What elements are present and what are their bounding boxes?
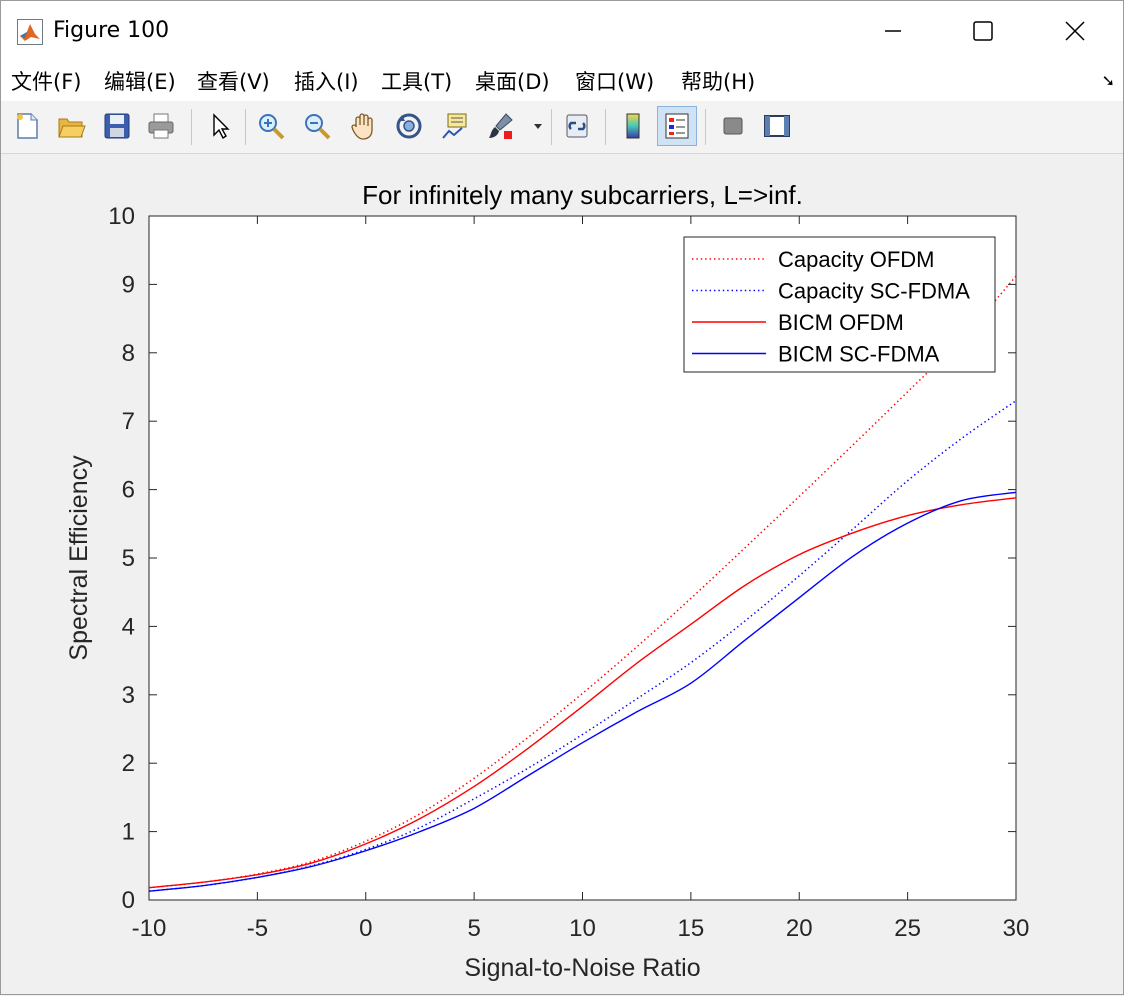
toolbar-separator xyxy=(605,109,606,145)
colorbar-icon xyxy=(626,113,640,139)
toolbar-separator xyxy=(551,109,552,145)
pan-button[interactable] xyxy=(343,106,383,146)
y-tick-label: 10 xyxy=(108,203,135,230)
link-plot-button[interactable] xyxy=(557,106,597,146)
menu-file[interactable]: 文件(F) xyxy=(11,66,81,96)
hide-plot-tools-button[interactable] xyxy=(713,106,753,146)
pointer-arrow-icon xyxy=(213,113,230,140)
figure-window: Figure 100 文件(F) 编辑(E) 查看(V) 插入(I) 工具(T)… xyxy=(0,0,1124,995)
menu-tools[interactable]: 工具(T) xyxy=(381,66,452,96)
open-file-button[interactable] xyxy=(51,106,91,146)
brush-dropdown-button[interactable] xyxy=(529,106,547,146)
brush-icon xyxy=(489,113,513,139)
close-button[interactable] xyxy=(1029,1,1121,61)
printer-icon xyxy=(148,113,174,139)
legend-label-0: Capacity OFDM xyxy=(778,247,934,272)
data-cursor-button[interactable] xyxy=(435,106,475,146)
plot-svg[interactable]: -10 -5 0 5 10 15 20 25 30 0 1 2 3 4 5 6 7 8 9 10 For infini… xyxy=(5,154,1119,992)
new-document-icon xyxy=(17,113,38,139)
zoom-out-button[interactable] xyxy=(297,106,337,146)
y-axis-label: Spectral Efficiency xyxy=(65,455,93,661)
show-plot-tools-icon xyxy=(764,115,790,137)
legend[interactable]: Capacity OFDM Capacity SC-FDMA BICM OFDM BI… xyxy=(683,236,996,373)
brush-button[interactable] xyxy=(481,106,521,146)
y-tick-label: 4 xyxy=(122,613,135,640)
window-title: Figure 100 xyxy=(53,18,170,43)
y-tick-label: 8 xyxy=(122,340,135,367)
x-tick-label: -5 xyxy=(247,915,268,942)
print-figure-button[interactable] xyxy=(141,106,181,146)
x-tick-label: 5 xyxy=(467,915,480,942)
zoom-in-button[interactable] xyxy=(251,106,291,146)
data-tip-icon xyxy=(442,113,467,139)
link-plot-icon xyxy=(566,114,588,138)
y-tick-label: 2 xyxy=(122,750,135,777)
y-tick-label: 1 xyxy=(122,819,135,846)
x-tick-label: 15 xyxy=(678,915,705,942)
figure-canvas: -10 -5 0 5 10 15 20 25 30 0 1 2 3 4 5 6 7 8 9 10 For infini… xyxy=(5,154,1119,992)
y-tick-label: 9 xyxy=(122,271,135,298)
y-tick-label: 5 xyxy=(122,545,135,572)
menu-view[interactable]: 查看(V) xyxy=(197,66,270,96)
toolbar-separator xyxy=(191,109,192,145)
rotate-3d-button[interactable] xyxy=(389,106,429,146)
zoom-in-icon xyxy=(259,114,285,140)
save-figure-button[interactable] xyxy=(97,106,137,146)
menu-bar: 文件(F) 编辑(E) 查看(V) 插入(I) 工具(T) 桌面(D) 窗口(W… xyxy=(1,61,1123,102)
legend-label-1: Capacity SC-FDMA xyxy=(778,279,970,304)
show-plot-tools-button[interactable] xyxy=(757,106,797,146)
x-tick-label: 10 xyxy=(569,915,596,942)
x-axis-label: Signal-to-Noise Ratio xyxy=(464,954,700,982)
x-tick-label: 25 xyxy=(894,915,921,942)
floppy-disk-icon xyxy=(104,113,130,139)
y-tick-label: 6 xyxy=(122,477,135,504)
colorbar-button[interactable] xyxy=(613,106,653,146)
menu-desktop[interactable]: 桌面(D) xyxy=(475,66,550,96)
y-tick-label: 0 xyxy=(122,887,135,914)
legend-label-3: BICM SC-FDMA xyxy=(778,342,940,367)
close-icon xyxy=(1065,21,1085,41)
folder-open-icon xyxy=(58,118,86,138)
x-tick-label: -10 xyxy=(132,915,167,942)
maximize-button[interactable] xyxy=(937,1,1029,61)
rotate-3d-icon xyxy=(396,113,422,139)
legend-button[interactable] xyxy=(657,106,697,146)
legend-label-2: BICM OFDM xyxy=(778,310,904,335)
hand-icon xyxy=(351,113,373,140)
maximize-icon xyxy=(973,21,993,41)
new-figure-button[interactable] xyxy=(7,106,47,146)
y-tick-label: 3 xyxy=(122,682,135,709)
minimize-button[interactable] xyxy=(847,1,939,61)
menu-insert[interactable]: 插入(I) xyxy=(294,66,359,96)
menu-edit[interactable]: 编辑(E) xyxy=(104,66,176,96)
figure-toolbar xyxy=(1,101,1123,154)
hide-plot-tools-icon xyxy=(723,117,743,135)
x-tick-label: 20 xyxy=(786,915,813,942)
title-bar[interactable]: Figure 100 xyxy=(1,1,1123,61)
matlab-logo-icon xyxy=(17,19,43,45)
x-tick-label: 0 xyxy=(359,915,372,942)
legend-icon xyxy=(665,113,689,139)
chevron-down-icon xyxy=(534,124,542,129)
menu-window[interactable]: 窗口(W) xyxy=(575,66,654,96)
minimize-icon xyxy=(885,30,901,32)
y-tick-label: 7 xyxy=(122,408,135,435)
toolbar-separator xyxy=(245,109,246,145)
x-tick-label: 30 xyxy=(1003,915,1030,942)
edit-plot-button[interactable] xyxy=(199,106,239,146)
toolbar-separator xyxy=(705,109,706,145)
zoom-out-icon xyxy=(305,114,331,140)
dock-arrow-icon[interactable]: ➘ xyxy=(1102,71,1115,90)
chart-title: For infinitely many subcarriers, L=>inf. xyxy=(362,180,803,210)
menu-help[interactable]: 帮助(H) xyxy=(681,66,755,96)
